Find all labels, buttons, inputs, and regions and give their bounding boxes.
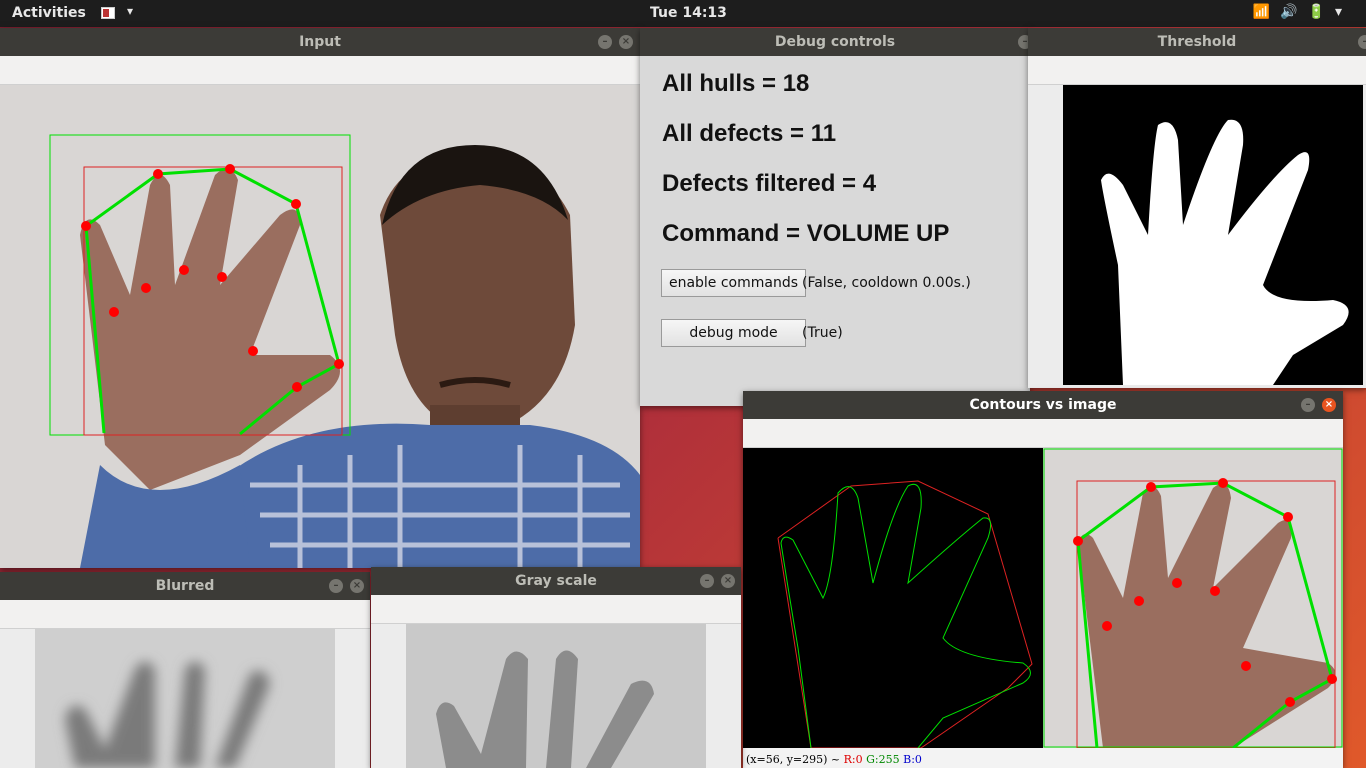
filtered-count: Defects filtered = 4 xyxy=(662,170,877,197)
blurred-window: Blurred – × xyxy=(0,572,370,768)
status-blue: B:0 xyxy=(903,753,922,766)
close-icon[interactable]: × xyxy=(619,35,633,49)
close-icon[interactable]: × xyxy=(350,579,364,593)
camera-image[interactable] xyxy=(0,85,640,568)
minimize-icon[interactable]: – xyxy=(700,574,714,588)
minimize-icon[interactable]: – xyxy=(329,579,343,593)
toolbar xyxy=(371,595,741,624)
debug-titlebar[interactable]: Debug controls – xyxy=(640,28,1030,56)
status-bar: (x=56, y=295) ~ R:0 G:255 B:0 xyxy=(743,748,1343,768)
chevron-down-icon[interactable]: ▾ xyxy=(127,4,133,18)
defects-count: All defects = 11 xyxy=(662,120,837,147)
toolbar xyxy=(1028,56,1366,85)
window-title: Gray scale xyxy=(515,573,597,589)
enable-status: (False, cooldown 0.00s.) xyxy=(802,275,971,291)
threshold-window: Threshold – xyxy=(1028,28,1366,388)
status-green: G:255 xyxy=(866,753,900,766)
activities-button[interactable]: Activities xyxy=(12,5,86,21)
contour-image[interactable] xyxy=(743,448,1043,748)
threshold-titlebar[interactable]: Threshold – xyxy=(1028,28,1366,56)
gray-titlebar[interactable]: Gray scale – × xyxy=(371,567,741,595)
toolbar xyxy=(0,600,370,629)
debug-mode-button[interactable]: debug mode xyxy=(661,319,806,347)
close-icon[interactable]: × xyxy=(1322,398,1336,412)
window-title: Contours vs image xyxy=(969,397,1117,413)
keyboard-layout-icon[interactable] xyxy=(101,7,115,19)
window-title: Blurred xyxy=(155,578,215,594)
input-window: Input – × xyxy=(0,28,640,568)
status-coords: (x=56, y=295) ~ xyxy=(746,753,841,766)
debug-status: (True) xyxy=(802,325,843,341)
window-title: Threshold xyxy=(1157,34,1237,50)
input-titlebar[interactable]: Input – × xyxy=(0,28,640,56)
contours-window: Contours vs image – × (x=56, y=295) ~ R:… xyxy=(743,391,1343,768)
contours-titlebar[interactable]: Contours vs image – × xyxy=(743,391,1343,419)
top-bar: Activities ▾ Tue 14:13 📶🔊🔋▾ xyxy=(0,0,1366,27)
blurred-image[interactable] xyxy=(35,629,335,768)
clock[interactable]: Tue 14:13 xyxy=(650,5,727,21)
close-icon[interactable]: × xyxy=(721,574,735,588)
minimize-icon[interactable]: – xyxy=(1301,398,1315,412)
hulls-count: All hulls = 18 xyxy=(662,70,810,97)
minimize-icon[interactable]: – xyxy=(1358,35,1366,49)
window-title: Input xyxy=(299,34,341,50)
toolbar xyxy=(0,56,640,85)
system-tray[interactable]: 📶🔊🔋▾ xyxy=(1253,4,1352,20)
status-red: R:0 xyxy=(843,753,863,766)
gray-window: Gray scale – × xyxy=(371,567,741,768)
debug-window: Debug controls – All hulls = 18 All defe… xyxy=(640,28,1030,406)
toolbar xyxy=(743,419,1343,448)
threshold-image[interactable] xyxy=(1063,85,1363,385)
enable-commands-button[interactable]: enable commands xyxy=(661,269,806,297)
grayscale-image[interactable] xyxy=(406,624,706,768)
annotated-image[interactable] xyxy=(1043,448,1343,748)
window-title: Debug controls xyxy=(774,34,896,50)
minimize-icon[interactable]: – xyxy=(598,35,612,49)
command-text: Command = VOLUME UP xyxy=(662,220,950,247)
blurred-titlebar[interactable]: Blurred – × xyxy=(0,572,370,600)
